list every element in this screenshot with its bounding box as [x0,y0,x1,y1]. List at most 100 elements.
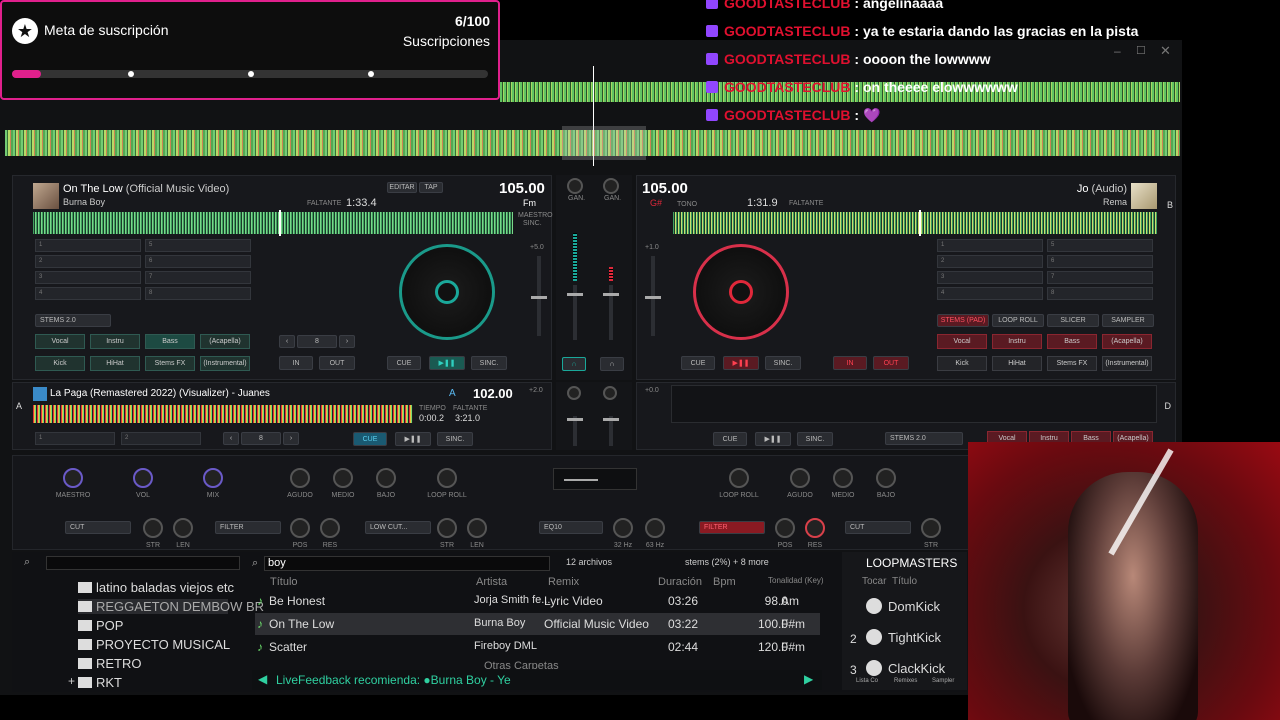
bottom-tab[interactable]: Sampler [932,678,954,684]
eq-left-knob[interactable] [290,468,310,488]
crossfader[interactable] [553,468,637,490]
drum-icon[interactable] [866,598,882,614]
pad-tab[interactable]: SAMPLER [1102,314,1154,327]
folder-item[interactable]: REGGAETON DEMBOW BR [78,599,264,614]
stem-pad[interactable]: Vocal [35,334,85,349]
table-row[interactable]: ♪ On The Low Burna Boy Official Music Video… [255,613,820,635]
stem-pad[interactable]: (Instrumental) [1102,356,1152,371]
hotcue-slot[interactable]: 7 [145,271,251,284]
sync-button[interactable]: SINC. [797,432,833,446]
play-button[interactable]: ▶❚❚ [755,432,791,446]
fx-dropdown[interactable]: FILTER [699,521,765,534]
volume-fader-left[interactable] [567,285,583,340]
eq-left-knob[interactable] [437,468,457,488]
stem-pad[interactable]: HiHat [992,356,1042,371]
hotcue-slot[interactable]: 2 [121,432,201,445]
gain-knob-right[interactable] [603,178,619,194]
deck-waveform[interactable] [33,405,413,423]
sync-button[interactable]: SINC. [765,356,801,370]
loop-name[interactable]: TightKick [888,630,941,645]
maximize-icon[interactable]: ☐ [1136,44,1148,57]
volume-fader-left[interactable] [567,416,583,446]
volume-fader-right[interactable] [603,285,619,340]
loop-next-button[interactable]: › [339,335,355,348]
tap-button[interactable]: TAP [419,182,443,193]
hotcue-slot[interactable]: 1 [35,239,141,252]
pad-tab[interactable]: SLICER [1047,314,1099,327]
eq-left-knob[interactable] [333,468,353,488]
eq-right-knob[interactable] [833,468,853,488]
hotcue-slot[interactable]: 5 [1047,239,1153,252]
cue-button[interactable]: CUE [353,432,387,446]
master-knob[interactable] [203,468,223,488]
loop-out-button[interactable]: OUT [873,356,909,370]
pitch-fader[interactable] [531,256,547,336]
hotcue-slot[interactable]: 3 [35,271,141,284]
eq10-knob[interactable] [613,518,633,538]
stem-pad[interactable]: Instru [992,334,1042,349]
play-button[interactable]: ▶❚❚ [429,356,465,370]
hotcue-slot[interactable]: 6 [1047,255,1153,268]
folder-item[interactable]: latino baladas viejos etc [78,580,234,595]
eq-right-knob[interactable] [729,468,749,488]
loop-in-button[interactable]: IN [833,356,867,370]
stem-pad[interactable]: Bass [145,334,195,349]
deck-waveform[interactable] [673,212,1157,234]
stem-pad[interactable]: Kick [35,356,85,371]
search-icon[interactable]: ⌕ [24,556,30,569]
fx-dropdown[interactable]: LOW CUT... [365,521,431,534]
loop-size[interactable]: 8 [297,335,337,348]
stem-pad[interactable]: (Acapella) [200,334,250,349]
deck-waveform[interactable] [33,212,513,234]
gain-knob-left[interactable] [567,178,583,194]
stems-dropdown[interactable]: STEMS 2.0 [885,432,963,445]
eq-left-knob[interactable] [376,468,396,488]
fx-right-knob[interactable] [921,518,941,538]
column-header[interactable]: Duración [658,576,702,588]
cue-button[interactable]: CUE [387,356,421,370]
column-header[interactable]: Remix [548,576,579,588]
loop-next-button[interactable]: › [283,432,299,445]
loop-name[interactable]: DomKick [888,599,940,614]
loop-size[interactable]: 8 [241,432,281,445]
column-header[interactable]: Bpm [713,576,736,588]
fx-left-knob[interactable] [320,518,340,538]
pad-tab[interactable]: LOOP ROLL [992,314,1044,327]
drum-icon[interactable] [866,660,882,676]
edit-button[interactable]: EDITAR [387,182,417,193]
folder-item[interactable]: RETRO [78,656,142,671]
hotcue-slot[interactable]: 2 [35,255,141,268]
folder-item[interactable]: RKT [78,675,122,690]
loop-out-button[interactable]: OUT [319,356,355,370]
eq10-knob[interactable] [645,518,665,538]
eq-right-knob[interactable] [790,468,810,488]
gain-knob-right[interactable] [603,386,617,400]
browser-search-input[interactable]: boy [264,556,550,571]
play-icon[interactable]: ▶ [804,672,813,686]
fx-left-knob[interactable] [173,518,193,538]
pad-tab[interactable]: STEMS (PAD) [937,314,989,327]
hotcue-slot[interactable]: 5 [145,239,251,252]
fx-dropdown[interactable]: CUT [65,521,131,534]
table-row[interactable]: ♪ Scatter Fireboy DML 02:44 120.0 F#m [255,636,820,658]
hotcue-slot[interactable]: 1 [937,239,1043,252]
play-button[interactable]: ▶❚❚ [395,432,431,446]
stem-pad[interactable]: Bass [1047,334,1097,349]
loop-prev-button[interactable]: ‹ [223,432,239,445]
sync-button[interactable]: SINC. [437,432,473,446]
column-header[interactable]: Tonalidad (Key) [768,576,824,585]
stem-pad[interactable]: Stems FX [145,356,195,371]
folder-item[interactable]: PROYECTO MUSICAL [78,637,230,652]
stem-pad[interactable]: (Acapella) [1102,334,1152,349]
fx-dropdown[interactable]: CUT [845,521,911,534]
master-knob[interactable] [133,468,153,488]
fx-left-knob[interactable] [143,518,163,538]
stem-pad[interactable]: Kick [937,356,987,371]
loop-prev-button[interactable]: ‹ [279,335,295,348]
fx-left-knob[interactable] [467,518,487,538]
eq10-dropdown[interactable]: EQ10 [539,521,603,534]
master-knob[interactable] [63,468,83,488]
sidebar-search[interactable] [46,556,240,570]
hotcue-slot[interactable]: 1 [35,432,115,445]
fx-dropdown[interactable]: FILTER [215,521,281,534]
